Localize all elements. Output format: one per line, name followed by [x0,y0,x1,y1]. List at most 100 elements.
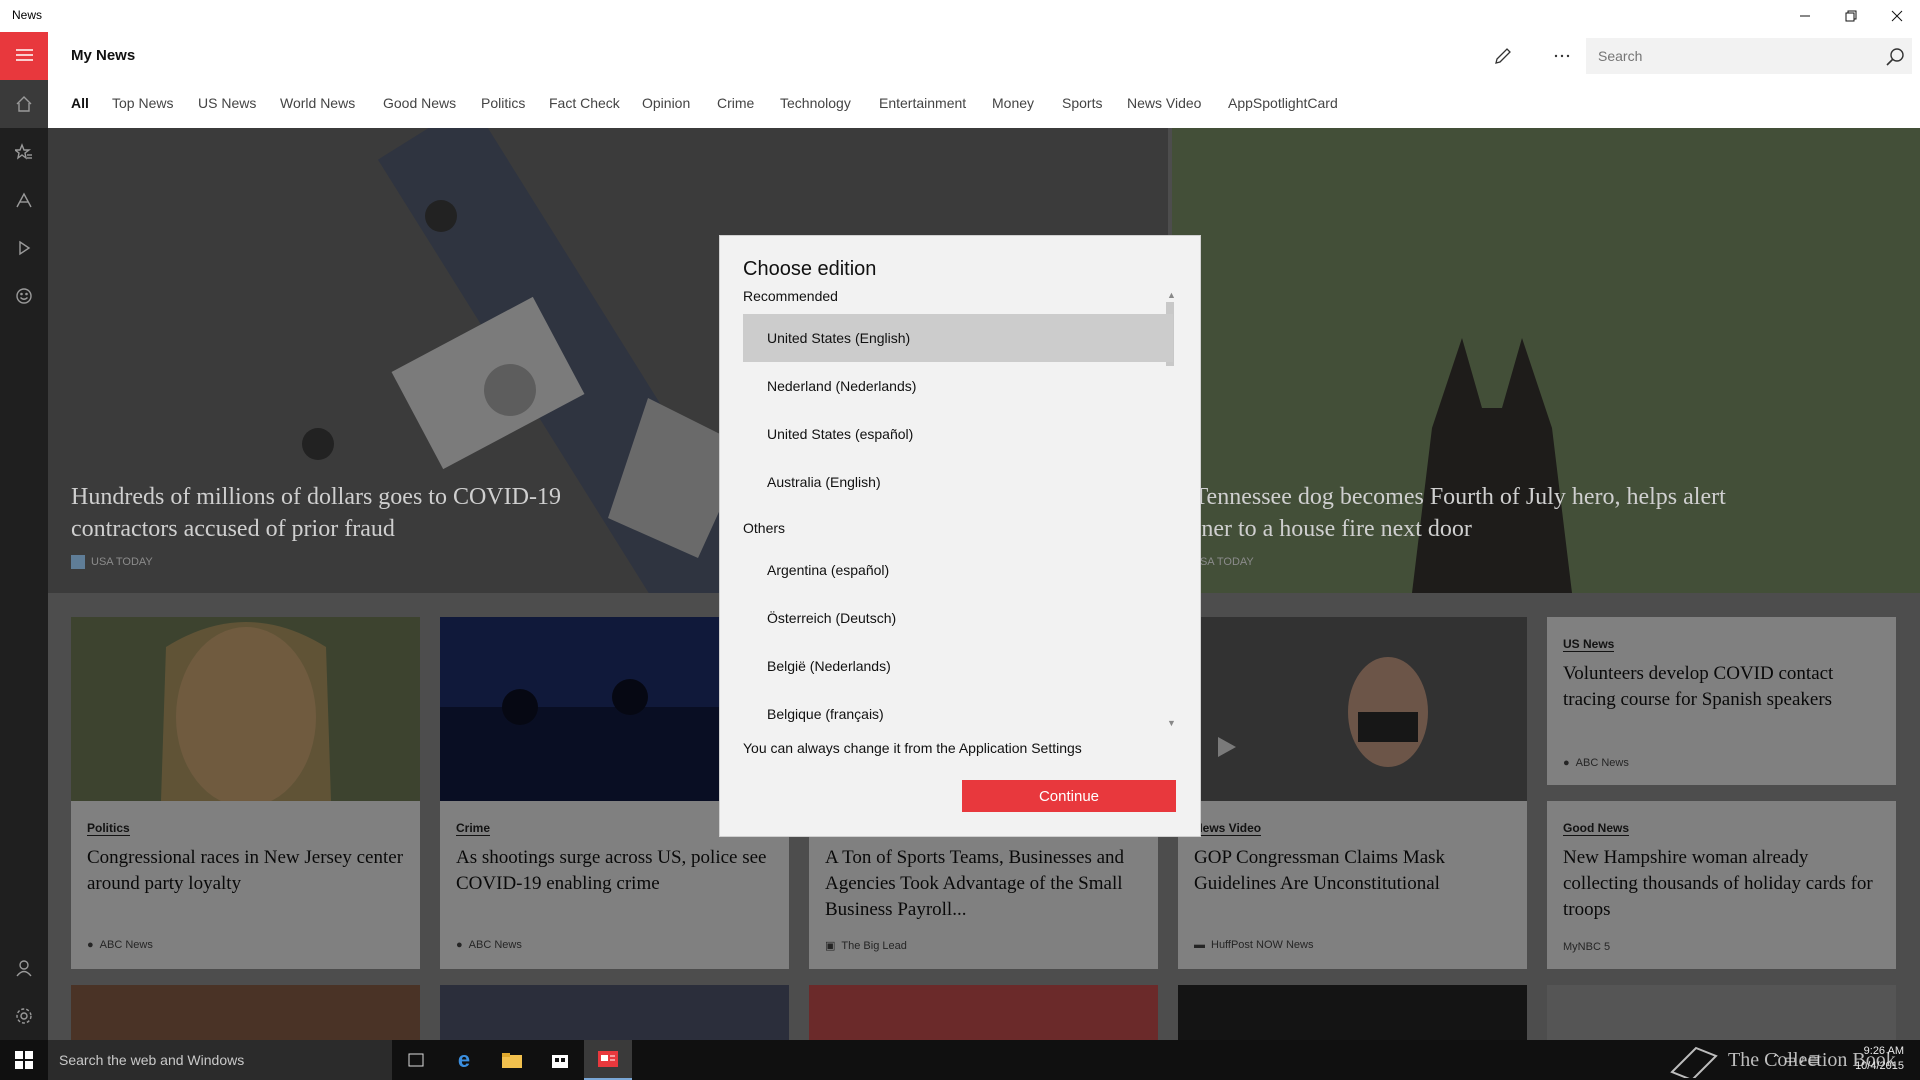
folder-icon [502,1053,522,1068]
search-input[interactable] [1586,38,1866,74]
tab-money[interactable]: Money [992,95,1034,111]
card-category[interactable]: Good News [1563,821,1630,836]
book-icon [1670,1046,1718,1078]
scroll-up-icon[interactable]: ▲ [1167,290,1176,300]
tab-all[interactable]: All [71,95,89,111]
pencil-icon [1495,48,1511,64]
hero-story-right[interactable]: A Tennessee dog becomes Fourth of July h… [1172,128,1920,593]
chevron-up-icon[interactable]: ⌃ [1771,1052,1781,1066]
rail-interests[interactable] [0,128,48,176]
account-icon [16,960,32,977]
story-card-partial[interactable] [809,985,1158,1040]
recommended-heading: Recommended [743,288,838,304]
story-card-partial[interactable] [1178,985,1527,1040]
edge-button[interactable]: e [440,1040,488,1080]
edition-option[interactable]: België (Nederlands) [743,642,1173,690]
card-source: ● ABC News [87,939,153,951]
edition-option[interactable]: Belgique (français) [743,690,1173,738]
rail-account[interactable] [0,944,48,992]
card-category[interactable]: Politics [87,821,130,836]
tab-appspotlightcard[interactable]: AppSpotlightCard [1228,95,1338,111]
tab-us-news[interactable]: US News [198,95,256,111]
hero-left-source: USA TODAY [71,555,153,569]
card-category[interactable]: News Video [1194,821,1262,836]
tab-crime[interactable]: Crime [717,95,754,111]
scroll-down-icon[interactable]: ▼ [1167,718,1176,728]
rail-home[interactable] [0,80,48,128]
news-app-button[interactable] [584,1040,632,1080]
tab-news-video[interactable]: News Video [1127,95,1201,111]
news-icon [598,1051,618,1067]
story-card-text[interactable]: Good News New Hampshire woman already co… [1547,801,1896,969]
card-category[interactable]: US News [1563,637,1615,652]
tab-world-news[interactable]: World News [280,95,355,111]
video-icon [19,240,31,256]
story-card[interactable]: Politics Congressional races in New Jers… [71,617,420,969]
store-icon [552,1055,568,1068]
notifications-icon[interactable]: ▤ [1809,1052,1820,1066]
clock[interactable]: 9:26 AM 10/4/2015 [1855,1044,1904,1074]
abc-logo-icon: ● [1563,757,1570,769]
tab-entertainment[interactable]: Entertainment [879,95,966,111]
restore-button[interactable] [1828,0,1874,32]
rail-settings[interactable] [0,992,48,1040]
tab-good-news[interactable]: Good News [383,95,456,111]
card-headline: A Ton of Sports Teams, Businesses and Ag… [825,847,1125,920]
more-button[interactable] [1550,44,1574,68]
search-icon [1886,48,1904,66]
taskbar-search[interactable]: Search the web and Windows [48,1040,392,1080]
edition-option[interactable]: United States (español) [743,410,1173,458]
edition-option[interactable]: Argentina (español) [743,546,1173,594]
close-icon [1891,10,1903,22]
rail-local[interactable] [0,176,48,224]
story-card-partial[interactable] [1547,985,1896,1040]
tab-politics[interactable]: Politics [481,95,525,111]
hamburger-button[interactable] [0,32,48,80]
minimize-button[interactable] [1782,0,1828,32]
clock-time: 9:26 AM [1863,1045,1904,1057]
task-view-button[interactable] [392,1040,440,1080]
store-button[interactable] [536,1040,584,1080]
abc-logo-icon: ● [456,939,463,951]
card-headline: New Hampshire woman already collecting t… [1563,847,1873,920]
story-thumbnail [1178,617,1527,801]
file-explorer-button[interactable] [488,1040,536,1080]
search-button[interactable] [1884,46,1906,68]
title-bar: News [0,0,1920,32]
system-tray[interactable]: ⌃ ▭ ♪ ▤ [1771,1052,1820,1066]
volume-icon[interactable]: ♪ [1799,1052,1805,1066]
hamburger-icon [16,49,33,61]
app-name: News [12,8,43,22]
rail-emoji[interactable] [0,272,48,320]
card-source: ● ABC News [456,939,522,951]
tab-technology[interactable]: Technology [780,95,851,111]
edition-option[interactable]: Österreich (Deutsch) [743,594,1173,642]
edition-option[interactable]: Nederland (Nederlands) [743,362,1173,410]
card-source: ▬ HuffPost NOW News [1194,939,1314,951]
network-icon[interactable]: ▭ [1785,1052,1796,1066]
abc-logo-icon: ● [87,939,94,951]
usatoday-logo-icon [71,555,85,569]
card-category[interactable]: Crime [456,821,491,836]
tab-top-news[interactable]: Top News [112,95,173,111]
tab-opinion[interactable]: Opinion [642,95,690,111]
tab-sports[interactable]: Sports [1062,95,1102,111]
emoji-icon [16,288,32,304]
card-headline: Volunteers develop COVID contact tracing… [1563,663,1834,710]
edition-option[interactable]: Australia (English) [743,458,1173,506]
edition-option[interactable]: United States (English) [743,314,1173,362]
story-card[interactable]: News Video GOP Congressman Claims Mask G… [1178,617,1527,969]
edit-button[interactable] [1491,44,1515,68]
story-card-partial[interactable] [440,985,789,1040]
story-thumbnail [71,617,420,801]
tab-fact-check[interactable]: Fact Check [549,95,620,111]
close-button[interactable] [1874,0,1920,32]
story-card-partial[interactable] [71,985,420,1040]
dialog-note: You can always change it from the Applic… [743,740,1082,756]
continue-button[interactable]: Continue [962,780,1176,812]
choose-edition-dialog: Choose edition Recommended ▲ United Stat… [720,236,1200,836]
rail-video[interactable] [0,224,48,272]
start-button[interactable] [0,1040,48,1080]
story-card-text[interactable]: US News Volunteers develop COVID contact… [1547,617,1896,785]
card-headline: GOP Congressman Claims Mask Guidelines A… [1194,847,1446,894]
